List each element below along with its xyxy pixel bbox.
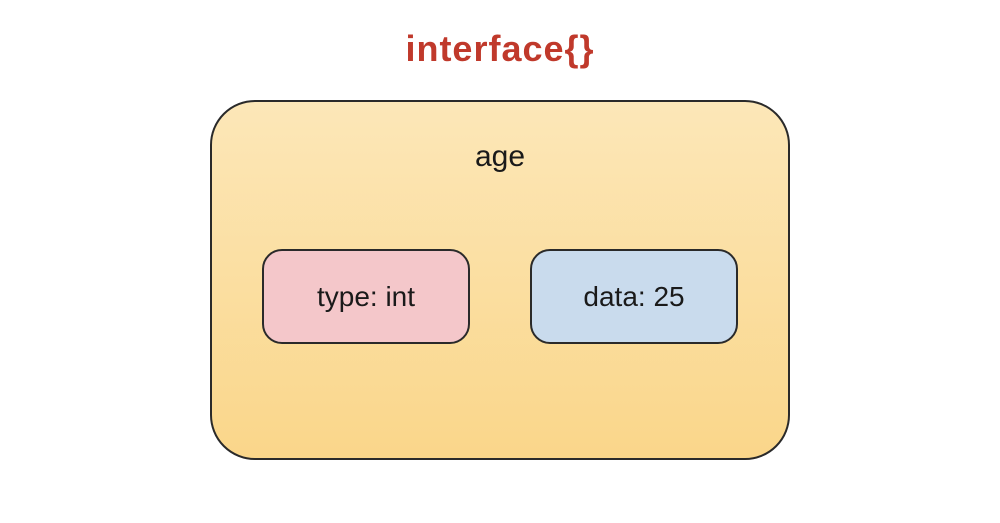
boxes-row: type: int data: 25 xyxy=(262,249,738,344)
type-box: type: int xyxy=(262,249,470,344)
interface-container: age type: int data: 25 xyxy=(210,100,790,460)
variable-name-label: age xyxy=(475,140,525,174)
data-box: data: 25 xyxy=(530,249,738,344)
diagram-title: interface{} xyxy=(405,28,594,70)
